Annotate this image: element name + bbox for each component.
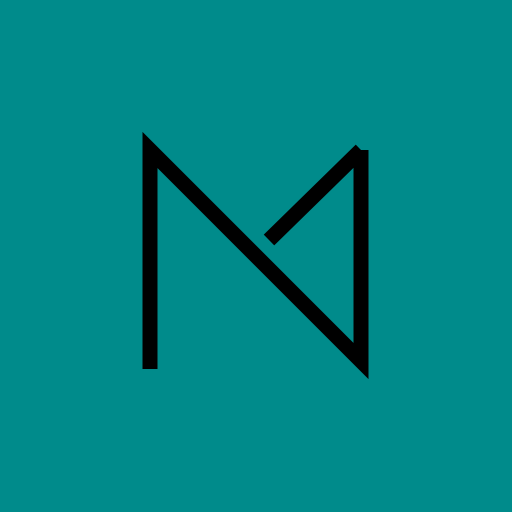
monogram-m-icon (0, 0, 512, 512)
logo-canvas (0, 0, 512, 512)
